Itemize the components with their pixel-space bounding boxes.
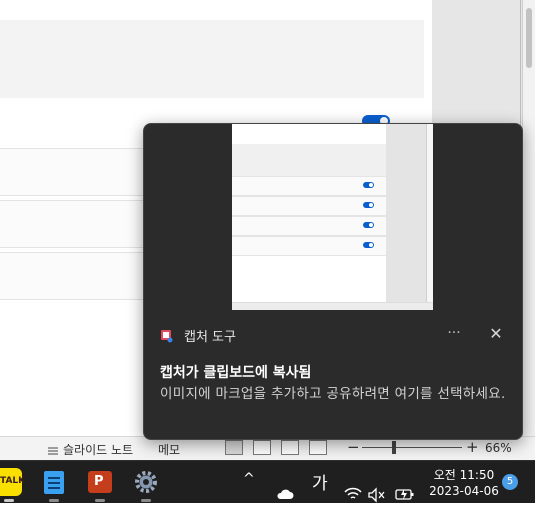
- input-method-indicator[interactable]: 가: [312, 469, 328, 511]
- taskbar: TALK P ^ 가 오전 11:50 2023-04-06 5: [0, 460, 535, 503]
- background-window-top: [0, 0, 432, 20]
- background-header-panel: [0, 20, 424, 98]
- toast-app-name: 캡처 도구: [184, 330, 236, 345]
- wifi-icon[interactable]: [344, 473, 362, 515]
- powerpoint-label: P: [94, 474, 104, 489]
- clock-date: 2023-04-06: [429, 484, 499, 498]
- settings-gear-icon[interactable]: [132, 468, 160, 496]
- kakaotalk-icon[interactable]: TALK: [0, 468, 26, 496]
- snipping-tool-icon: [161, 330, 173, 343]
- snip-notification-toast[interactable]: 캡처 도구 ··· ✕ 캡처가 클립보드에 복사됨 이미지에 마크업을 추가하고…: [143, 123, 523, 440]
- toast-body: 이미지에 마크업을 추가하고 공유하려면 여기를 선택하세요.: [160, 386, 506, 402]
- capture-preview-thumbnail[interactable]: [232, 124, 433, 310]
- zoom-out-button[interactable]: −: [347, 438, 360, 456]
- slideshow-button[interactable]: [309, 440, 327, 455]
- more-options-button[interactable]: ···: [440, 322, 468, 346]
- slide-notes-label: 슬라이드 노트: [63, 443, 134, 457]
- view-buttons: [225, 440, 327, 455]
- zoom-slider[interactable]: [362, 447, 462, 448]
- powerpoint-icon[interactable]: P: [86, 468, 114, 496]
- slide-sorter-button[interactable]: [253, 440, 271, 455]
- slide-notes-button[interactable]: 슬라이드 노트: [47, 441, 133, 458]
- notepad-icon[interactable]: [40, 468, 68, 496]
- notes-icon: [48, 447, 58, 454]
- battery-icon[interactable]: [395, 473, 415, 515]
- cloud-icon[interactable]: [276, 473, 294, 515]
- memo-button[interactable]: 메모: [158, 441, 180, 458]
- zoom-slider-thumb[interactable]: [392, 441, 396, 454]
- normal-view-button[interactable]: [225, 440, 243, 455]
- toast-title: 캡처가 클립보드에 복사됨: [160, 365, 312, 381]
- zoom-in-button[interactable]: +: [466, 438, 479, 456]
- speaker-muted-icon[interactable]: [368, 474, 386, 516]
- clock-time: 오전 11:50: [433, 468, 495, 482]
- show-hidden-icons-button[interactable]: ^: [243, 471, 255, 513]
- background-scrollbar[interactable]: [522, 0, 535, 460]
- clock[interactable]: 오전 11:50 2023-04-06: [428, 467, 500, 509]
- zoom-level[interactable]: 66%: [485, 441, 512, 455]
- reading-view-button[interactable]: [281, 440, 299, 455]
- notification-badge[interactable]: 5: [502, 474, 518, 490]
- close-button[interactable]: ✕: [482, 322, 510, 346]
- kakaotalk-label: TALK: [0, 476, 26, 486]
